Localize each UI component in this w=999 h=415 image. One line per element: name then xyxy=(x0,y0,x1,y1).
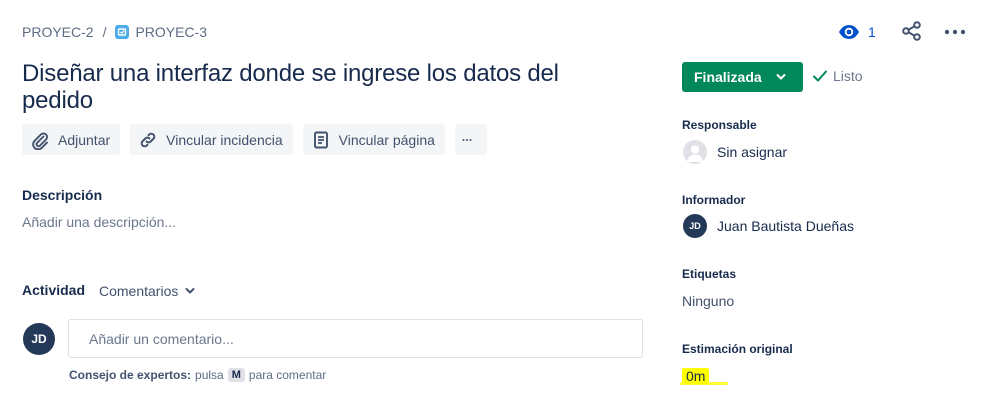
pro-tip-rest: para comentar xyxy=(248,368,327,382)
watch-count: 1 xyxy=(868,24,876,40)
more-icon xyxy=(462,138,472,141)
labels-value[interactable]: Ninguno xyxy=(682,293,734,309)
resolution: Listo xyxy=(812,68,863,84)
status-button[interactable]: Finalizada xyxy=(682,62,803,92)
breadcrumb: PROYEC-2 / PROYEC-3 xyxy=(22,22,207,42)
activity-filter-dropdown[interactable]: Comentarios xyxy=(99,283,195,299)
breadcrumb-current[interactable]: PROYEC-3 xyxy=(135,24,207,40)
avatar: JD xyxy=(683,214,707,238)
description-label: Descripción xyxy=(22,187,103,203)
empty-avatar-icon xyxy=(683,140,707,164)
link-issue-button[interactable]: Vincular incidencia xyxy=(130,124,293,155)
issue-actions: Adjuntar Vincular incidencia Vincular pá… xyxy=(22,124,487,155)
share-icon[interactable] xyxy=(901,20,923,42)
more-icon[interactable] xyxy=(943,22,967,42)
reporter-value: Juan Bautista Dueñas xyxy=(717,218,854,234)
reporter-label: Informador xyxy=(682,193,746,207)
more-actions-button[interactable] xyxy=(454,124,487,155)
assignee-field[interactable]: Sin asignar xyxy=(683,140,787,164)
status-label: Finalizada xyxy=(694,69,762,85)
breadcrumb-separator: / xyxy=(102,24,107,40)
watch-button[interactable]: 1 xyxy=(838,21,876,43)
link-issue-label: Vincular incidencia xyxy=(166,131,283,148)
assignee-value: Sin asignar xyxy=(717,144,788,160)
resolution-label: Listo xyxy=(833,68,863,84)
paperclip-icon xyxy=(32,132,48,150)
estimate-value[interactable]: 0m xyxy=(682,368,710,384)
avatar: JD xyxy=(23,323,55,355)
chevron-down-icon xyxy=(185,288,195,294)
check-icon xyxy=(813,70,827,82)
pro-tip: Consejo de expertos: pulsa M para coment… xyxy=(69,368,326,382)
assignee-label: Responsable xyxy=(682,118,757,132)
page-icon xyxy=(313,131,328,148)
reporter-field[interactable]: JD Juan Bautista Dueñas xyxy=(683,214,854,238)
pro-tip-press: pulsa xyxy=(195,368,224,382)
estimate-label: Estimación original xyxy=(682,342,793,356)
description-input[interactable]: Añadir una descripción... xyxy=(22,214,176,230)
issue-title[interactable]: Diseñar una interfaz donde se ingrese lo… xyxy=(22,60,622,114)
task-type-icon xyxy=(115,25,130,39)
attach-label: Adjuntar xyxy=(58,131,111,148)
pro-tip-label: Consejo de expertos: xyxy=(69,368,192,382)
link-page-button[interactable]: Vincular página xyxy=(302,124,445,155)
link-page-label: Vincular página xyxy=(338,131,435,148)
chevron-down-icon xyxy=(776,74,786,80)
activity-label: Actividad xyxy=(22,282,86,298)
shortcut-key: M xyxy=(227,368,245,382)
comment-input[interactable]: Añadir un comentario... xyxy=(68,319,643,358)
attach-button[interactable]: Adjuntar xyxy=(22,124,121,155)
labels-label: Etiquetas xyxy=(682,267,737,281)
link-icon xyxy=(140,132,156,147)
breadcrumb-parent[interactable]: PROYEC-2 xyxy=(22,24,94,40)
eye-icon xyxy=(839,25,859,39)
activity-filter-value: Comentarios xyxy=(99,283,179,299)
